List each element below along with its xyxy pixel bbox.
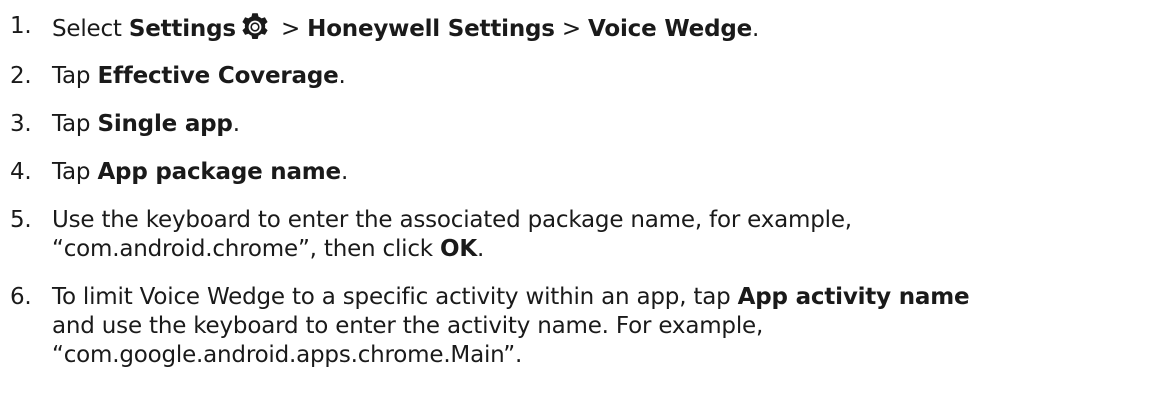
step-number: 1. bbox=[10, 13, 32, 39]
step-suffix: . bbox=[232, 111, 240, 137]
step-2: 2. Tap Effective Coverage. bbox=[0, 62, 1155, 91]
step-suffix: . bbox=[340, 159, 349, 185]
step-number: 3. bbox=[10, 111, 32, 137]
step-1: 1. Select Settings > Honeywell Settings … bbox=[0, 12, 1155, 44]
step-prefix: Tap bbox=[52, 159, 98, 185]
step-text: Use the keyboard to enter the associated… bbox=[52, 206, 1155, 264]
step-suffix: . bbox=[338, 63, 346, 89]
step-number: 4. bbox=[10, 159, 32, 185]
voice-wedge-label: Voice Wedge bbox=[588, 16, 752, 42]
step-number: 5. bbox=[10, 207, 32, 233]
step-prefix: Select bbox=[52, 16, 129, 42]
step-suffix: . bbox=[752, 16, 760, 42]
step-text: Tap Effective Coverage. bbox=[52, 62, 1155, 91]
single-app-label: Single app bbox=[97, 111, 233, 137]
separator: > bbox=[273, 16, 308, 42]
ok-label: OK bbox=[440, 236, 478, 262]
step-text: Tap Single app. bbox=[52, 110, 1155, 139]
effective-coverage-label: Effective Coverage bbox=[97, 63, 339, 89]
settings-label: Settings bbox=[128, 16, 236, 42]
step-3: 3. Tap Single app. bbox=[0, 110, 1155, 139]
honeywell-settings-label: Honeywell Settings bbox=[307, 16, 555, 42]
step-text: To limit Voice Wedge to a specific activ… bbox=[52, 283, 1155, 370]
step-prefix: Tap bbox=[52, 111, 98, 137]
step-suffix: . bbox=[477, 236, 485, 262]
step-text: Tap App package name. bbox=[52, 158, 1155, 187]
step-number: 2. bbox=[10, 63, 32, 89]
step-line: “com.google.android.apps.chrome.Main”. bbox=[52, 342, 523, 368]
app-activity-name-label: App activity name bbox=[737, 284, 970, 310]
settings-gear-icon bbox=[240, 12, 270, 42]
separator: > bbox=[554, 16, 589, 42]
app-package-name-label: App package name bbox=[97, 159, 341, 185]
step-6: 6. To limit Voice Wedge to a specific ac… bbox=[0, 283, 1155, 370]
instruction-steps-list: 1. Select Settings > Honeywell Settings … bbox=[0, 12, 1155, 370]
step-prefix: Tap bbox=[52, 63, 98, 89]
step-line: “com.android.chrome”, then click bbox=[52, 236, 441, 262]
step-text: Select Settings > Honeywell Settings > V… bbox=[52, 12, 1155, 44]
step-number: 6. bbox=[10, 284, 32, 310]
step-line: and use the keyboard to enter the activi… bbox=[52, 313, 764, 339]
step-5: 5. Use the keyboard to enter the associa… bbox=[0, 206, 1155, 264]
step-4: 4. Tap App package name. bbox=[0, 158, 1155, 187]
step-line: To limit Voice Wedge to a specific activ… bbox=[52, 284, 738, 310]
step-line: Use the keyboard to enter the associated… bbox=[52, 207, 852, 233]
